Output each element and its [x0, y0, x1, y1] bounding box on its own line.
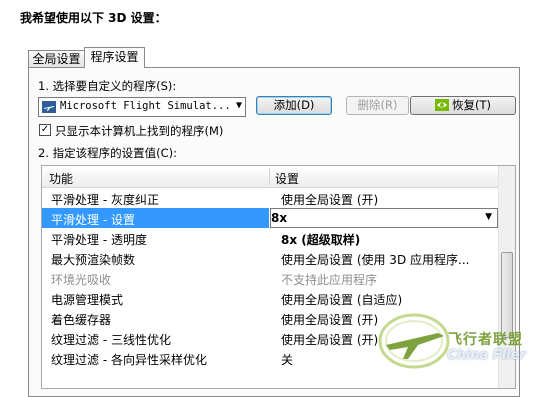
table-row[interactable]: 平滑处理 - 透明度 8x (超级取样) — [42, 228, 498, 248]
table-row[interactable]: 最大预渲染帧数 使用全局设置 (使用 3D 应用程序... — [42, 248, 498, 268]
program-select-value: Microsoft Flight Simulat... — [60, 100, 231, 112]
tab-global-settings[interactable]: 全局设置 — [28, 50, 85, 67]
table-row-selected[interactable]: 平滑处理 - 设置 8x ▼ — [42, 208, 498, 228]
restore-button[interactable]: 恢复(T) — [410, 96, 516, 115]
page-heading: 我希望使用以下 3D 设置： — [20, 11, 167, 25]
feature-cell: 平滑处理 - 透明度 — [51, 233, 147, 247]
feature-cell: 着色缓存器 — [51, 313, 112, 327]
nvidia-eye-icon — [435, 99, 449, 111]
show-only-local-checkbox[interactable]: ✓ — [39, 124, 51, 136]
select-program-label: 1. 选择要自定义的程序(S): — [38, 79, 177, 93]
add-program-button[interactable]: 添加(D) — [256, 96, 332, 115]
restore-button-label: 恢复(T) — [452, 98, 491, 112]
flight-sim-app-icon — [42, 101, 56, 113]
setting-cell: 使用全局设置 (使用 3D 应用程序... — [281, 253, 470, 267]
setting-dropdown[interactable] — [270, 208, 498, 228]
grid-header: 功能 设置 — [42, 166, 498, 188]
watermark-title: 飞行者联盟 — [448, 332, 523, 348]
table-row[interactable]: 平滑处理 - 灰度纠正 使用全局设置 (开) — [42, 188, 498, 208]
setting-cell: 8x — [271, 211, 288, 225]
column-header-setting[interactable]: 设置 — [275, 170, 299, 187]
column-header-feature[interactable]: 功能 — [49, 170, 73, 187]
program-select[interactable]: Microsoft Flight Simulat... ▼ — [38, 97, 246, 117]
feature-cell: 环境光吸收 — [51, 273, 112, 287]
setting-cell: 不支持此应用程序 — [281, 273, 378, 287]
dropdown-arrow-icon[interactable]: ▼ — [485, 212, 492, 222]
chevron-down-icon: ▼ — [235, 100, 242, 111]
watermark-subtitle: China Flier — [447, 348, 526, 363]
setting-cell: 使用全局设置 (开) — [281, 333, 379, 347]
column-separator[interactable] — [269, 168, 270, 185]
feature-cell: 平滑处理 - 灰度纠正 — [51, 193, 159, 207]
setting-cell: 使用全局设置 (开) — [281, 313, 379, 327]
feature-cell: 纹理过滤 - 各向异性采样优化 — [51, 353, 207, 367]
table-row[interactable]: 环境光吸收 不支持此应用程序 — [42, 268, 498, 288]
feature-cell: 纹理过滤 - 三线性优化 — [51, 333, 171, 347]
setting-cell: 关 — [281, 353, 294, 367]
feature-cell: 最大预渲染帧数 — [51, 253, 136, 267]
feature-cell: 平滑处理 - 设置 — [51, 213, 135, 227]
show-only-local-label: 只显示本计算机上找到的程序(M) — [55, 124, 224, 138]
feature-cell: 电源管理模式 — [51, 293, 124, 307]
setting-cell: 8x (超级取样) — [281, 233, 361, 247]
tab-program-settings[interactable]: 程序设置 — [84, 47, 145, 68]
setting-cell: 使用全局设置 (开) — [281, 193, 379, 207]
remove-program-button[interactable]: 删除(R) — [346, 96, 409, 115]
specify-settings-label: 2. 指定该程序的设置值(C): — [38, 146, 178, 160]
